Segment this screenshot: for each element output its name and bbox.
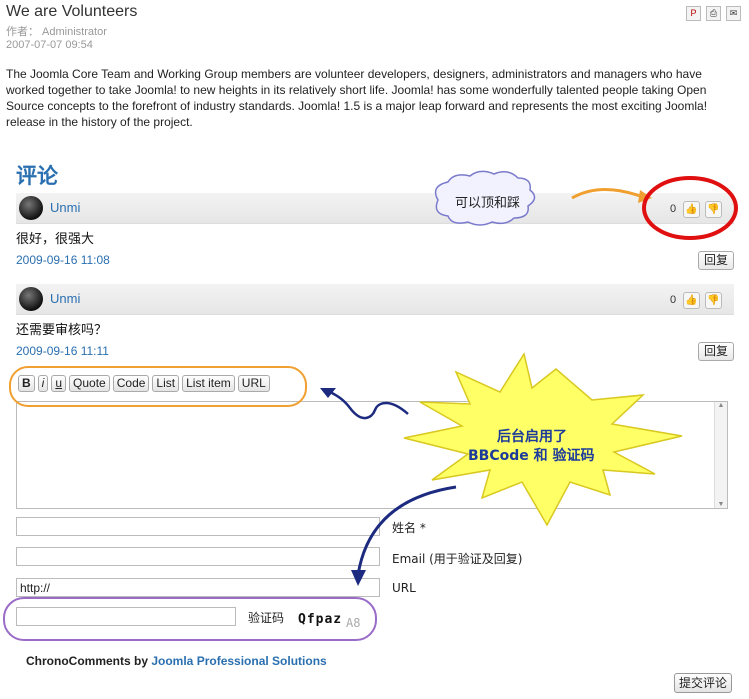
captcha-arrow-head [351, 570, 366, 586]
vote-arrow [571, 187, 641, 200]
starburst-text-line1: 后台启用了 [497, 429, 567, 445]
starburst-text-line2: BBCode 和 验证码 [468, 448, 595, 464]
bbcode-highlight [9, 366, 307, 407]
captcha-arrow [356, 485, 457, 576]
vote-callout-text: 可以顶和踩 [455, 196, 521, 211]
bbcode-arrow [329, 390, 409, 420]
annotation-overlay [3, 170, 738, 641]
captcha-highlight [3, 597, 377, 641]
vote-highlight-circle [642, 176, 738, 240]
